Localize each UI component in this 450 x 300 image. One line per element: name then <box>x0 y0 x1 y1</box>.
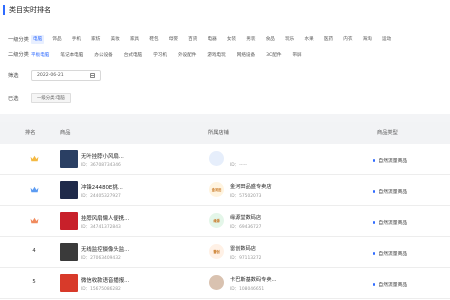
level2-category-item[interactable]: 3C配件 <box>266 52 281 58</box>
shop-name[interactable]: 雷创数码店 <box>230 245 256 252</box>
product-thumbnail[interactable] <box>60 212 78 230</box>
filter-row: 筛选 2022-06-21 <box>8 70 101 81</box>
product-type: 自然流量商品 <box>373 250 407 257</box>
table-row[interactable]: 5 微信收款语音播报... ID：15675086282 卡巴斯基数码专卖... ID：… <box>0 268 450 299</box>
product-thumbnail[interactable] <box>60 150 78 168</box>
rank-number: 4 <box>32 248 36 254</box>
level2-category-item[interactable]: 笔记本电脑 <box>60 52 83 58</box>
level1-category-item[interactable]: 玩乐 <box>283 35 296 44</box>
level1-category-item[interactable]: 运动 <box>380 35 393 44</box>
shop-id: ID：57502073 <box>230 194 262 199</box>
shop-id: ID：----- <box>230 163 247 168</box>
product-thumbnail[interactable] <box>60 243 78 261</box>
table-row[interactable]: 无叶挂脖小风扇... ID：36708734346 ID：----- 自然流量商品 <box>0 144 450 175</box>
title-accent-bar <box>3 5 5 15</box>
shop-logo: 雷创 <box>209 244 224 259</box>
level1-category-item[interactable]: 母婴 <box>167 35 180 44</box>
product-id: ID：27063409432 <box>81 256 121 261</box>
level2-category-item[interactable]: 带屏 <box>292 52 301 58</box>
level1-category-item[interactable]: 电脑 <box>31 35 45 44</box>
product-type: 自然流量商品 <box>373 188 407 195</box>
level1-category-item[interactable]: 女装 <box>225 35 238 44</box>
shop-id: ID：97113272 <box>230 256 262 261</box>
rank-number: 5 <box>32 279 36 285</box>
product-name[interactable]: 挂脖风扇懒人便携... <box>81 214 129 222</box>
level2-label: 二级分类 <box>8 52 29 58</box>
level2-category-item[interactable]: 台式电脑 <box>124 52 142 58</box>
selected-row: 已选 一级分类:电脑 <box>8 93 71 103</box>
filter-panel: 类目实时排名 一级分类 电脑 饰品 手机 家纺 美妆 家具 鞋包 母婴 百货 电器 女装 男装 食品 玩乐… <box>0 0 450 114</box>
shop-name[interactable]: 缘源堂数码店 <box>230 214 261 221</box>
product-id: ID：36708734346 <box>81 163 121 168</box>
level1-category-item[interactable]: 饰品 <box>50 35 63 44</box>
ranking-table: 排名 商品 所属店铺 商品类型 无叶挂脖小风扇... ID：36708734346… <box>0 122 450 300</box>
header-product: 商品 <box>60 130 71 136</box>
level2-category-list: 平板电脑 笔记本电脑 办公设备 台式电脑 学习机 外设配件 游戏电玩 网络设备 3C配件 带屏 <box>31 52 313 58</box>
rank-crown-icon <box>30 186 39 194</box>
level1-category-row: 一级分类 电脑 饰品 手机 家纺 美妆 家具 鞋包 母婴 百货 电器 女装 男装 食品 玩乐 水果 医药 内衣海… <box>8 35 399 44</box>
product-name[interactable]: 无叶挂脖小风扇... <box>81 152 124 160</box>
shop-logo <box>209 151 224 166</box>
shop-logo: 缘源 <box>209 213 224 228</box>
product-thumbnail[interactable] <box>60 181 78 199</box>
header-rank: 排名 <box>25 130 36 136</box>
level2-category-item[interactable]: 网络设备 <box>237 52 255 58</box>
product-thumbnail[interactable] <box>60 274 78 292</box>
level1-label: 一级分类 <box>8 37 29 43</box>
level1-category-item[interactable]: 男装 <box>244 35 257 44</box>
shop-id: ID：69436727 <box>230 225 262 230</box>
level2-category-item[interactable]: 学习机 <box>153 52 167 58</box>
level1-category-item[interactable]: 鞋包 <box>147 35 160 44</box>
level1-category-item[interactable]: 食品 <box>264 35 277 44</box>
level2-category-item[interactable]: 外设配件 <box>178 52 196 58</box>
product-name[interactable]: 微信收款语音播报... <box>81 276 129 284</box>
level1-category-item[interactable]: 医药 <box>322 35 335 44</box>
product-type: 自然流量商品 <box>373 157 407 164</box>
product-type: 自然流量商品 <box>373 281 407 288</box>
header-type: 商品类型 <box>377 130 398 136</box>
product-id: ID：34741372843 <box>81 225 121 230</box>
level1-category-item[interactable]: 手机 <box>70 35 83 44</box>
shop-name[interactable]: 金河田品盛专卖店 <box>230 183 272 190</box>
shop-logo: 金河田 <box>209 182 224 197</box>
table-header: 排名 商品 所属店铺 商品类型 <box>0 122 450 144</box>
table-row[interactable]: 4 无线监控摄像头监... ID：27063409432 雷创 雷创数码店 ID：9711… <box>0 237 450 268</box>
level1-category-item[interactable]: 内衣 <box>341 35 354 44</box>
page-header: 类目实时排名 <box>3 3 51 17</box>
calendar-icon <box>90 73 95 78</box>
rank-crown-icon <box>30 155 39 163</box>
selected-filter-chip[interactable]: 一级分类:电脑 <box>31 93 71 103</box>
product-name[interactable]: 冲锋24480E挑... <box>81 183 123 191</box>
level1-category-item[interactable]: 家纺 <box>89 35 102 44</box>
level1-category-item[interactable]: 水果 <box>302 35 315 44</box>
level2-category-item[interactable]: 平板电脑 <box>31 52 49 58</box>
filter-label: 筛选 <box>8 73 19 79</box>
level1-category-item[interactable]: 电器 <box>206 35 219 44</box>
selected-label: 已选 <box>8 95 19 102</box>
shop-id: ID：108046651 <box>230 287 265 292</box>
page-title: 类目实时排名 <box>9 6 51 14</box>
shop-name[interactable]: 卡巴斯基数码专卖... <box>230 276 276 283</box>
level1-category-item[interactable]: 百货 <box>186 35 199 44</box>
date-picker[interactable]: 2022-06-21 <box>31 70 101 81</box>
level1-category-list: 电脑 饰品 手机 家纺 美妆 家具 鞋包 母婴 百货 电器 女装 男装 食品 玩乐 水果 医药 内衣 海淘 运动 <box>31 35 399 44</box>
table-row[interactable]: 挂脖风扇懒人便携... ID：34741372843 缘源 缘源堂数码店 ID：6943… <box>0 206 450 237</box>
level2-category-row: 二级分类 平板电脑 笔记本电脑 办公设备 台式电脑 学习机 外设配件 游戏电玩 网络设备 3C配… <box>8 51 313 58</box>
product-id: ID：15675086282 <box>81 287 121 292</box>
rank-crown-icon <box>30 217 39 225</box>
product-type: 自然流量商品 <box>373 219 407 226</box>
level1-category-item[interactable]: 海淘 <box>361 35 374 44</box>
date-value: 2022-06-21 <box>37 73 64 78</box>
shop-logo <box>209 275 224 290</box>
product-id: ID：24405327927 <box>81 194 121 199</box>
table-row[interactable]: 冲锋24480E挑... ID：24405327927 金河田 金河田品盛专卖店 ID：… <box>0 175 450 206</box>
level2-category-item[interactable]: 游戏电玩 <box>207 52 225 58</box>
header-shop: 所属店铺 <box>208 130 229 136</box>
level1-category-item[interactable]: 美妆 <box>109 35 122 44</box>
level2-category-item[interactable]: 办公设备 <box>94 52 112 58</box>
product-name[interactable]: 无线监控摄像头监... <box>81 245 129 253</box>
level1-category-item[interactable]: 家具 <box>128 35 141 44</box>
